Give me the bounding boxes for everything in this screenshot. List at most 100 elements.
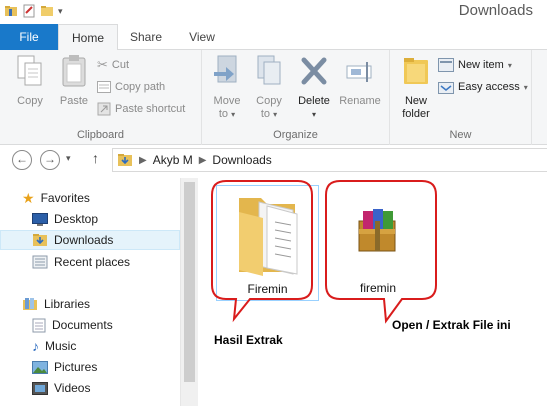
new-folder-label-2: folder: [402, 108, 430, 120]
paste-shortcut-label: Paste shortcut: [115, 103, 186, 115]
nav-pictures-label: Pictures: [54, 360, 98, 374]
ribbon-tabs: File Home Share View: [0, 24, 547, 51]
ribbon: Copy Paste ✂ Cut Copy path Paste shortcu…: [0, 50, 547, 145]
tab-file[interactable]: File: [0, 24, 58, 50]
move-to-button[interactable]: Move to ▾: [208, 54, 246, 121]
folder-icon[interactable]: [4, 4, 18, 18]
paste-label: Paste: [59, 95, 89, 107]
easy-access-icon: [438, 82, 454, 94]
new-group: New folder New item ▾ Easy access ▾ New: [390, 50, 532, 145]
nav-favorites-label: Favorites: [40, 191, 90, 205]
new-group-label: New: [449, 129, 472, 141]
paste-button[interactable]: Paste: [56, 54, 92, 108]
new-item-button[interactable]: New item ▾: [438, 55, 512, 75]
delete-label: Delete: [298, 95, 330, 107]
pictures-icon: [32, 360, 48, 374]
back-button[interactable]: ←: [12, 150, 32, 170]
copy-path-button[interactable]: Copy path: [97, 77, 165, 97]
nav-desktop-label: Desktop: [54, 212, 99, 226]
nav-item-desktop[interactable]: Desktop: [0, 209, 180, 229]
copy-to-button[interactable]: Copy to ▾: [250, 54, 288, 121]
navigation-pane: ★ Favorites Desktop Downloads Recent pla…: [0, 178, 198, 406]
nav-item-recent-places[interactable]: Recent places: [0, 252, 180, 272]
tab-view[interactable]: View: [174, 24, 230, 50]
nav-item-documents[interactable]: Documents: [0, 315, 180, 335]
paste-shortcut-button[interactable]: Paste shortcut: [97, 99, 185, 119]
music-note-icon: ♪: [32, 338, 39, 354]
new-folder-label-1: New: [404, 95, 427, 107]
nav-music-label: Music: [45, 339, 77, 353]
copy-icon: [17, 55, 42, 86]
star-icon: ★: [22, 189, 35, 206]
nav-downloads-label: Downloads: [54, 233, 114, 247]
callout-bubble-right: [325, 180, 437, 324]
clipboard-group-label: Clipboard: [76, 129, 125, 141]
quick-access-toolbar: ▾: [4, 4, 63, 18]
copy-button[interactable]: Copy: [12, 54, 48, 108]
downloads-folder-icon: [33, 234, 47, 246]
nav-item-favorites[interactable]: ★ Favorites: [0, 188, 180, 208]
chevron-down-icon[interactable]: ▾: [66, 153, 71, 164]
move-to-icon: [214, 55, 237, 83]
nav-scrollbar[interactable]: [180, 178, 198, 406]
chevron-down-icon: ▾: [311, 110, 316, 119]
tab-share[interactable]: Share: [118, 24, 174, 50]
delete-button[interactable]: Delete ▾: [294, 54, 334, 121]
rename-icon: [346, 62, 372, 82]
chevron-right-icon: ▶: [139, 154, 147, 166]
breadcrumb-item-downloads[interactable]: Downloads: [212, 153, 271, 167]
cut-button[interactable]: ✂ Cut: [97, 55, 129, 75]
arrow-left-icon: ←: [16, 152, 28, 166]
callout-bubble-left: [211, 180, 313, 323]
copy-to-label-2: to ▾: [250, 108, 288, 121]
rename-button[interactable]: Rename: [336, 54, 384, 108]
nav-videos-label: Videos: [54, 381, 91, 395]
address-bar: ← → ▾ ↑ ▶ Akyb M ▶ Downloads: [0, 145, 547, 175]
clipboard-group: Copy Paste ✂ Cut Copy path Paste shortcu…: [0, 50, 202, 145]
new-folder-icon[interactable]: [40, 4, 54, 18]
chevron-down-icon: ▾: [523, 82, 528, 92]
chevron-down-icon: ▾: [231, 110, 236, 119]
breadcrumb-item-user[interactable]: Akyb M: [153, 153, 193, 167]
chevron-down-icon[interactable]: ▾: [58, 6, 63, 17]
downloads-folder-icon: [118, 154, 132, 166]
title-bar: ▾ Downloads: [0, 0, 547, 24]
tab-home[interactable]: Home: [58, 24, 118, 51]
window-title: Downloads: [458, 2, 533, 19]
forward-button[interactable]: →: [40, 150, 60, 170]
copy-path-icon: [97, 81, 111, 93]
easy-access-button[interactable]: Easy access ▾: [438, 77, 528, 97]
recent-places-icon: [32, 255, 48, 269]
annotation-callouts: [211, 180, 437, 324]
move-to-label-2: to ▾: [208, 108, 246, 121]
desktop-icon: [32, 212, 48, 226]
cut-label: Cut: [111, 59, 130, 71]
nav-documents-label: Documents: [52, 318, 113, 332]
annotation-right: Open / Extrak File ini: [392, 318, 511, 332]
nav-item-pictures[interactable]: Pictures: [0, 357, 180, 377]
new-folder-icon: [404, 58, 428, 84]
scrollbar-thumb[interactable]: [184, 182, 195, 382]
copy-path-label: Copy path: [115, 81, 166, 93]
nav-item-videos[interactable]: Videos: [0, 378, 180, 398]
arrow-right-icon: →: [44, 152, 56, 166]
chevron-down-icon: ▾: [507, 60, 512, 70]
nav-item-downloads[interactable]: Downloads: [0, 230, 180, 250]
copy-label: Copy: [17, 95, 43, 107]
copy-to-icon: [257, 55, 281, 85]
chevron-down-icon: ▾: [273, 110, 278, 119]
new-item-icon: [438, 58, 454, 72]
delete-x-icon: [301, 57, 327, 85]
nav-item-libraries[interactable]: Libraries: [0, 294, 180, 314]
new-item-label: New item: [458, 59, 504, 71]
annotation-left: Hasil Extrak: [214, 333, 283, 347]
new-folder-button[interactable]: New folder: [396, 54, 436, 121]
organize-group-label: Organize: [273, 129, 318, 141]
up-button[interactable]: ↑: [92, 150, 99, 166]
nav-item-music[interactable]: ♪ Music: [0, 336, 180, 356]
videos-icon: [32, 381, 48, 395]
move-to-label-2-text: to: [218, 108, 229, 120]
properties-icon[interactable]: [22, 4, 36, 18]
chevron-right-icon: ▶: [198, 154, 207, 166]
breadcrumb[interactable]: ▶ Akyb M ▶ Downloads: [112, 148, 547, 172]
